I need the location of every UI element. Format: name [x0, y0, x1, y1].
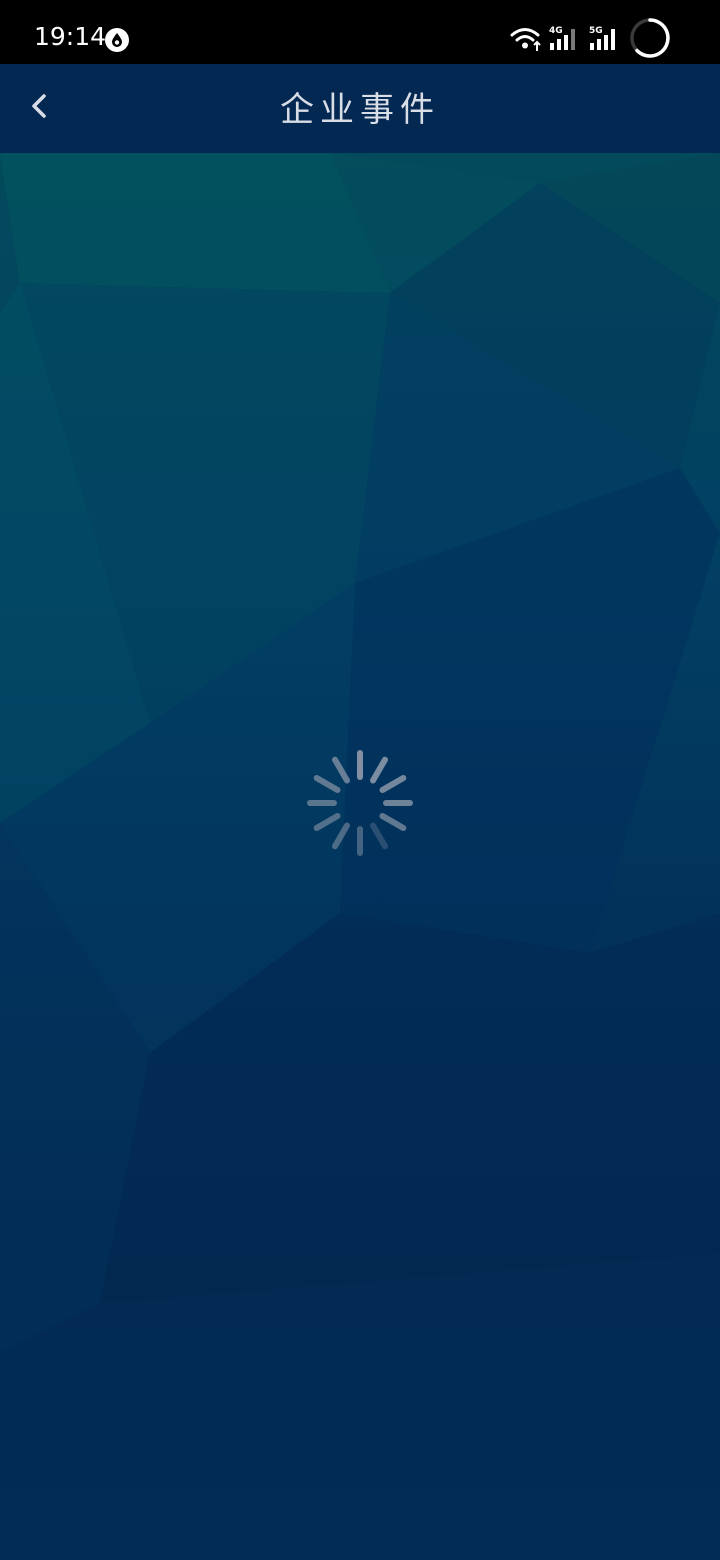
- signal-4g-label: 4G: [549, 26, 563, 36]
- status-icons: 4G 5G: [510, 16, 680, 60]
- wifi-icon: [510, 28, 541, 51]
- app-header: 企业事件: [0, 64, 720, 153]
- back-button[interactable]: [20, 84, 68, 132]
- signal-5g-icon: 5G: [589, 26, 615, 50]
- status-bar: 19:14 4G 5G: [0, 0, 720, 64]
- status-time: 19:14: [34, 22, 107, 51]
- droplet-app-icon: [105, 28, 129, 52]
- loading-spinner-icon: [307, 750, 413, 856]
- signal-5g-label: 5G: [589, 26, 603, 36]
- app-screen: 19:14 4G 5G 企业事件: [0, 0, 720, 1560]
- page-title: 企业事件: [280, 90, 440, 130]
- battery-ring-icon: [630, 18, 670, 58]
- signal-4g-icon: 4G: [549, 26, 575, 50]
- chevron-left-icon: [32, 94, 46, 118]
- content-area: [0, 153, 720, 1560]
